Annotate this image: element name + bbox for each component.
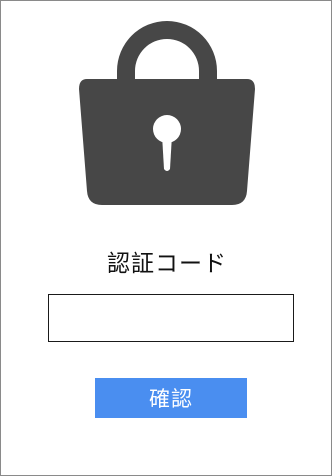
auth-code-title: 認証コード xyxy=(107,251,227,277)
lock-icon xyxy=(79,19,255,205)
dialog-frame: 認証コード 確認 xyxy=(0,0,332,476)
auth-code-input[interactable] xyxy=(48,294,294,342)
confirm-button[interactable]: 確認 xyxy=(95,378,247,418)
